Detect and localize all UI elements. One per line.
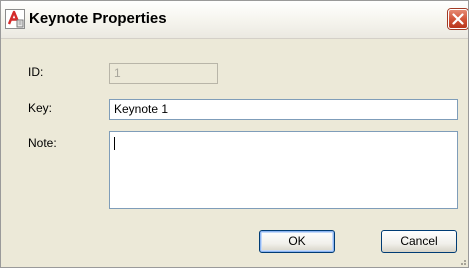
id-label: ID: bbox=[28, 65, 44, 79]
text-caret bbox=[114, 137, 115, 150]
cancel-button[interactable]: Cancel bbox=[381, 230, 457, 253]
title-bar[interactable]: Keynote Properties bbox=[1, 1, 468, 39]
ok-button[interactable]: OK bbox=[259, 230, 335, 253]
close-button[interactable] bbox=[448, 9, 468, 29]
key-field[interactable]: Keynote 1 bbox=[109, 99, 458, 120]
note-label: Note: bbox=[28, 136, 57, 150]
key-label: Key: bbox=[28, 101, 53, 115]
dialog-title: Keynote Properties bbox=[29, 10, 167, 27]
keynote-properties-dialog: Keynote Properties ID: 1 Key: Keynote 1 … bbox=[0, 0, 469, 268]
note-field[interactable] bbox=[109, 131, 458, 209]
id-field: 1 bbox=[109, 63, 218, 84]
autocad-app-icon bbox=[5, 9, 25, 29]
close-icon bbox=[452, 13, 464, 25]
resize-grip-icon[interactable] bbox=[457, 256, 467, 266]
